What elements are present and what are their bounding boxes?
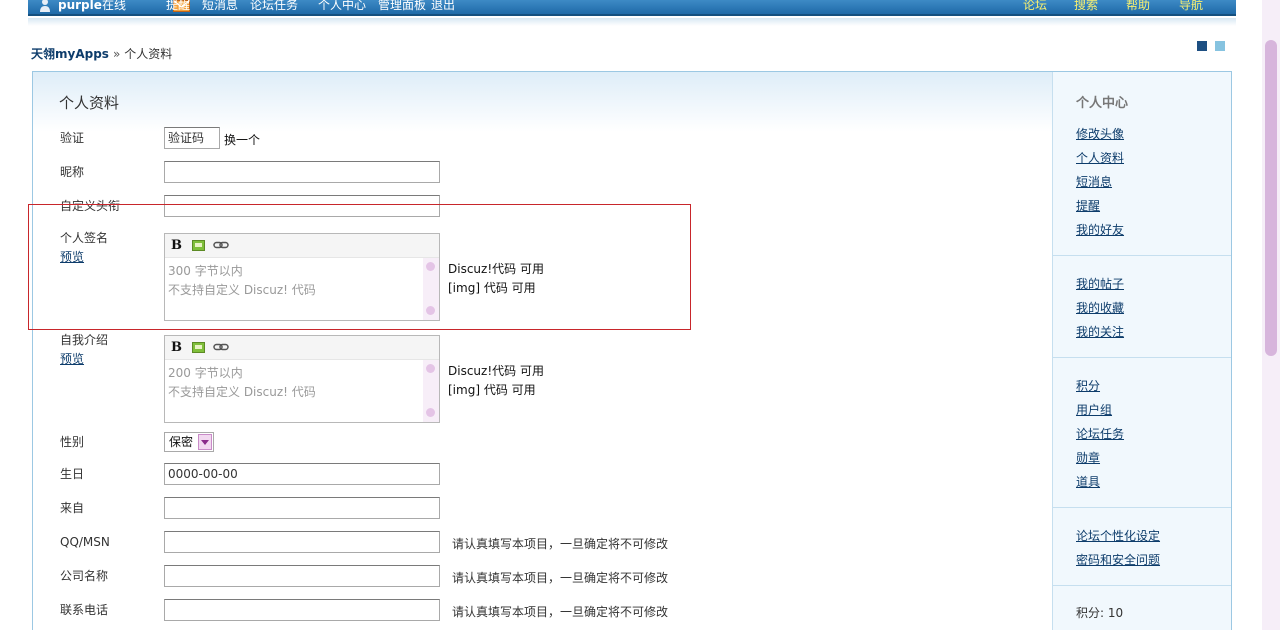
nav-help[interactable]: 帮助 xyxy=(1126,0,1150,14)
bio-hint-length: 200 字节以内 xyxy=(168,366,243,380)
sidebar-item-messages[interactable]: 短消息 xyxy=(1076,173,1112,190)
sidebar-item-follows[interactable]: 我的关注 xyxy=(1076,323,1124,340)
chevron-down-icon[interactable] xyxy=(198,434,212,450)
phone-input[interactable] xyxy=(164,599,440,621)
sidebar-item-personalize[interactable]: 论坛个性化设定 xyxy=(1076,527,1160,544)
sidebar-item-friends[interactable]: 我的好友 xyxy=(1076,221,1124,238)
qq-msn-label: QQ/MSN xyxy=(60,535,110,549)
sidebar-item-security[interactable]: 密码和安全问题 xyxy=(1076,551,1160,568)
nav-admin-panel[interactable]: 管理面板 xyxy=(378,0,426,14)
username-link[interactable]: purple xyxy=(58,0,102,14)
bio-preview-link[interactable]: 预览 xyxy=(60,350,84,367)
page-scrollbar-thumb[interactable] xyxy=(1265,40,1277,356)
birthday-input[interactable]: 0000-00-00 xyxy=(164,463,440,485)
nav-logout[interactable]: 退出 xyxy=(431,0,455,14)
signature-highlight-box xyxy=(28,204,691,330)
company-input[interactable] xyxy=(164,565,440,587)
sidebar-item-avatar[interactable]: 修改头像 xyxy=(1076,125,1124,142)
sidebar-item-medals[interactable]: 勋章 xyxy=(1076,449,1100,466)
sidebar-item-remind[interactable]: 提醒 xyxy=(1076,197,1100,214)
breadcrumb-home[interactable]: 天翎myApps xyxy=(31,47,109,61)
sidebar-item-profile[interactable]: 个人资料 xyxy=(1076,149,1124,166)
sidebar-item-usergroup[interactable]: 用户组 xyxy=(1076,401,1112,418)
editor-toolbar: B xyxy=(165,336,439,360)
nav-user-center[interactable]: 个人中心 xyxy=(318,0,366,14)
top-nav-bar: purple 在线 提醒 短消息 论坛任务 个人中心 管理面板 退出 论坛 搜索… xyxy=(28,0,1236,16)
captcha-refresh-link[interactable]: 换一个 xyxy=(224,131,260,148)
nav-forum[interactable]: 论坛 xyxy=(1023,0,1047,14)
breadcrumb-current: 个人资料 xyxy=(124,47,173,61)
scroll-down-arrow[interactable] xyxy=(426,408,435,417)
sidebar-score: 积分: 10 xyxy=(1076,606,1124,620)
gender-select[interactable]: 保密 xyxy=(164,432,214,452)
sidebar-divider xyxy=(1053,357,1231,358)
panel-header-gradient xyxy=(33,72,1052,132)
nav-search[interactable]: 搜索 xyxy=(1074,0,1098,14)
wide-layout-toggle[interactable] xyxy=(1215,41,1225,51)
discuz-code-note: Discuz!代码 可用 xyxy=(448,364,544,378)
captcha-input[interactable]: 验证码 xyxy=(164,127,220,149)
bio-code-info: Discuz!代码 可用 [img] 代码 可用 xyxy=(448,362,544,400)
location-input[interactable] xyxy=(164,497,440,519)
bio-label: 自我介绍 xyxy=(60,333,109,347)
qq-msn-input[interactable] xyxy=(164,531,440,553)
top-bar-shadow xyxy=(28,18,1236,26)
nav-tasks[interactable]: 论坛任务 xyxy=(250,0,298,14)
qq-msn-hint: 请认真填写本项目，一旦确定将不可修改 xyxy=(452,537,669,551)
sidebar-item-favorites[interactable]: 我的收藏 xyxy=(1076,299,1124,316)
company-label: 公司名称 xyxy=(60,569,109,583)
nickname-input[interactable] xyxy=(164,161,440,183)
sidebar-item-credits[interactable]: 积分 xyxy=(1076,377,1100,394)
birthday-label: 生日 xyxy=(60,467,85,481)
bold-icon[interactable]: B xyxy=(171,340,182,355)
gender-selected-value: 保密 xyxy=(169,435,194,449)
sidebar-item-tasks[interactable]: 论坛任务 xyxy=(1076,425,1124,442)
sidebar-divider xyxy=(1053,507,1231,508)
sidebar-item-threads[interactable]: 我的帖子 xyxy=(1076,275,1124,292)
captcha-label: 验证 xyxy=(60,131,85,145)
nickname-label: 昵称 xyxy=(60,165,85,179)
nav-remind[interactable]: 提醒 xyxy=(166,0,190,14)
sidebar-item-props[interactable]: 道具 xyxy=(1076,473,1100,490)
phone-label: 联系电话 xyxy=(60,603,109,617)
sidebar-divider xyxy=(1053,585,1231,586)
nav-guide[interactable]: 导航 xyxy=(1179,0,1203,14)
page-title: 个人资料 xyxy=(59,94,120,112)
phone-hint: 请认真填写本项目，一旦确定将不可修改 xyxy=(452,605,669,619)
company-hint: 请认真填写本项目，一旦确定将不可修改 xyxy=(452,571,669,585)
img-code-note: [img] 代码 可用 xyxy=(448,383,536,397)
insert-link-icon[interactable] xyxy=(213,341,229,353)
breadcrumb-separator: » xyxy=(112,47,121,61)
location-label: 来自 xyxy=(60,501,85,515)
nav-messages[interactable]: 短消息 xyxy=(202,0,238,14)
sidebar-title: 个人中心 xyxy=(1076,96,1129,111)
narrow-layout-toggle[interactable] xyxy=(1197,41,1207,51)
bio-editor[interactable]: B 200 字节以内 不支持自定义 Discuz! 代码 xyxy=(164,335,440,423)
online-status: 在线 xyxy=(102,0,127,12)
user-icon xyxy=(40,0,50,12)
gender-label: 性别 xyxy=(60,435,85,449)
bio-hint-code: 不支持自定义 Discuz! 代码 xyxy=(168,385,316,399)
insert-image-icon[interactable] xyxy=(192,342,205,353)
scroll-up-arrow[interactable] xyxy=(426,364,435,373)
sidebar-divider xyxy=(1053,255,1231,256)
breadcrumb: 天翎myApps» 个人资料 xyxy=(31,45,172,62)
